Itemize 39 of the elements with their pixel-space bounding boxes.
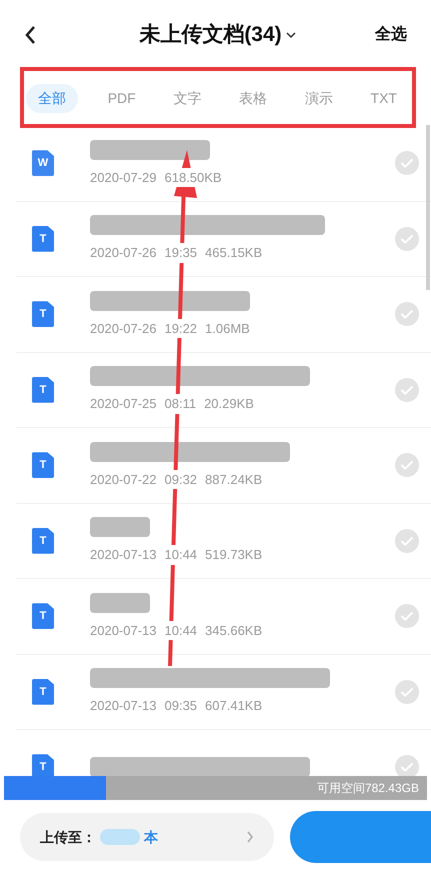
check-icon[interactable] (395, 604, 419, 628)
file-time: 08:11 (164, 394, 196, 414)
filter-tab[interactable]: 文字 (165, 84, 210, 112)
blurred-text (90, 592, 150, 612)
check-icon[interactable] (395, 528, 419, 553)
file-time: 10:44 (164, 545, 198, 564)
file-time: 10:44 (164, 620, 198, 640)
document-icon: T (32, 528, 54, 554)
select-all-button[interactable]: 全选 (375, 23, 407, 47)
file-time: 19:22 (164, 318, 198, 338)
upload-destination[interactable]: 上传至： 本 (20, 813, 274, 861)
check-icon[interactable] (395, 378, 419, 402)
chevron-down-icon[interactable] (286, 32, 296, 38)
document-icon: W (32, 150, 54, 176)
back-icon[interactable] (24, 25, 36, 45)
check-icon[interactable] (395, 680, 419, 704)
check-icon[interactable] (395, 226, 419, 251)
check-icon[interactable] (395, 302, 419, 326)
check-icon[interactable] (395, 151, 419, 176)
filter-tab[interactable]: PDF (100, 84, 144, 112)
document-icon: T (32, 452, 54, 478)
filter-tab[interactable]: TXT (362, 84, 405, 112)
filter-tab[interactable]: 表格 (231, 84, 276, 112)
file-time: 19:35 (164, 243, 198, 262)
document-icon: T (32, 301, 54, 328)
check-icon[interactable] (395, 453, 419, 478)
storage-label: 可用空间782.43GB (316, 780, 420, 797)
document-icon: T (32, 603, 54, 630)
document-icon: T (32, 376, 54, 403)
blurred-text (90, 517, 150, 537)
file-size: 618.50KB (164, 168, 222, 187)
page-title[interactable]: 未上传文档(34) (139, 19, 282, 51)
document-icon: T (32, 226, 54, 252)
document-icon: T (32, 678, 54, 705)
action-button[interactable] (290, 811, 431, 863)
chevron-right-icon (246, 831, 254, 843)
filter-tab[interactable]: 演示 (296, 84, 341, 112)
filter-tab[interactable]: 全部 (26, 84, 78, 112)
file-time: 09:32 (164, 470, 198, 489)
